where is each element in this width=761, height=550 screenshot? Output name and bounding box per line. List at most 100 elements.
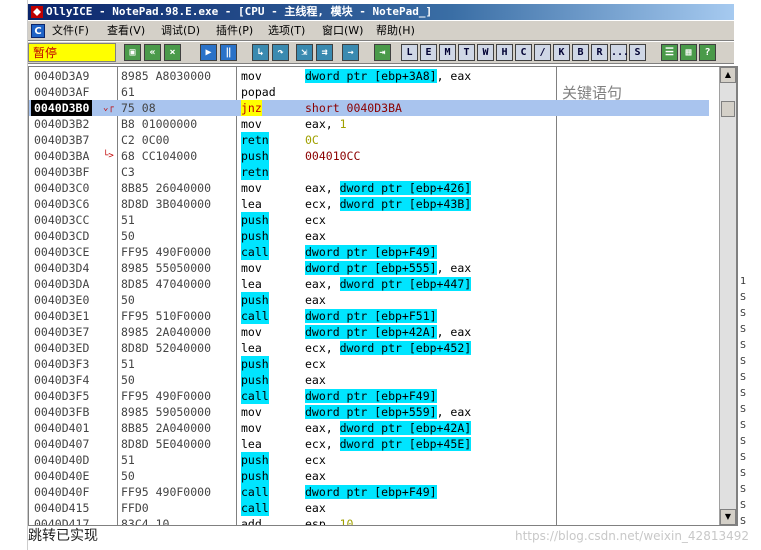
toolbar-letter-h[interactable]: H bbox=[496, 44, 513, 61]
row-mnemonic: jnz bbox=[241, 100, 262, 116]
toolbar-letter-w[interactable]: W bbox=[477, 44, 494, 61]
trace-into-icon[interactable]: ⇲ bbox=[296, 44, 313, 61]
jump-arrow-icon: ⌄┌ bbox=[103, 103, 114, 113]
menu-file[interactable]: 文件(F) bbox=[52, 21, 89, 41]
toolbar-letter-l[interactable]: L bbox=[401, 44, 418, 61]
goto-icon[interactable]: ⇥ bbox=[374, 44, 391, 61]
disasm-row[interactable]: 0040D3B2 B8 01000000 mov eax, 1 bbox=[29, 116, 709, 132]
run-icon[interactable]: ▶ bbox=[200, 44, 217, 61]
disasm-row[interactable]: 0040D3BA └> 68 CC104000 push 004010CC bbox=[29, 148, 709, 164]
disasm-row[interactable]: 0040D407 8D8D 5E040000 lea ecx, dword ptr [… bbox=[29, 436, 709, 452]
row-operands: dword ptr [ebp+559], eax bbox=[305, 404, 471, 420]
disasm-row[interactable]: 0040D3FB 8985 59050000 mov dword ptr [ebp+5… bbox=[29, 404, 709, 420]
operand-part: ecx bbox=[305, 213, 326, 227]
disasm-row[interactable]: 0040D3CD 50 push eax bbox=[29, 228, 709, 244]
vertical-scrollbar[interactable]: ▲ ▼ bbox=[719, 67, 736, 525]
row-operands: eax, dword ptr [ebp+42A] bbox=[305, 420, 472, 436]
menu-help[interactable]: 帮助(H) bbox=[376, 21, 415, 41]
open-icon[interactable]: ▣ bbox=[124, 44, 141, 61]
toolbar-letter-c[interactable]: C bbox=[515, 44, 532, 61]
cpu-icon[interactable]: C bbox=[31, 24, 45, 38]
disasm-row[interactable]: 0040D3F5 FF95 490F0000 call dword ptr [ebp+… bbox=[29, 388, 709, 404]
disasm-row[interactable]: 0040D3D4 8985 55050000 mov dword ptr [ebp+5… bbox=[29, 260, 709, 276]
row-operands: ecx bbox=[305, 212, 326, 228]
disasm-row[interactable]: 0040D3B7 C2 0C00 retn 0C bbox=[29, 132, 709, 148]
row-hex: 8D8D 5E040000 bbox=[121, 437, 212, 451]
row-operands: short 0040D3BA bbox=[305, 100, 402, 116]
operand-part: dword ptr [ebp+559] bbox=[305, 405, 437, 419]
row-address: 0040D3A9 bbox=[34, 69, 90, 83]
row-hex: 50 bbox=[121, 469, 135, 483]
disasm-row[interactable]: 0040D40F FF95 490F0000 call dword ptr [ebp+… bbox=[29, 484, 709, 500]
row-hex: 8985 A8030000 bbox=[121, 69, 212, 83]
row-hex: 50 bbox=[121, 373, 135, 387]
toolbar-letter-r[interactable]: R bbox=[591, 44, 608, 61]
toolbar-letter-b[interactable]: B bbox=[572, 44, 589, 61]
menu-view[interactable]: 查看(V) bbox=[107, 21, 145, 41]
row-hex: 8D8D 52040000 bbox=[121, 341, 212, 355]
row-operands: ecx bbox=[305, 356, 326, 372]
disasm-row[interactable]: 0040D415 FFD0 call eax bbox=[29, 500, 709, 516]
disasm-row[interactable]: 0040D3BF C3 retn bbox=[29, 164, 709, 180]
row-hex: FFD0 bbox=[121, 501, 149, 515]
disasm-row[interactable]: 0040D3CC 51 push ecx bbox=[29, 212, 709, 228]
disasm-row[interactable]: 0040D3F4 50 push eax bbox=[29, 372, 709, 388]
disasm-row[interactable]: 0040D3F3 51 push ecx bbox=[29, 356, 709, 372]
row-address: 0040D3E1 bbox=[34, 309, 90, 323]
disasm-row[interactable]: 0040D3ED 8D8D 52040000 lea ecx, dword ptr [… bbox=[29, 340, 709, 356]
operand-part: dword ptr [ebp+447] bbox=[339, 277, 472, 291]
disasm-row[interactable]: 0040D3CE FF95 490F0000 call dword ptr [ebp+… bbox=[29, 244, 709, 260]
disasm-row[interactable]: 0040D3E1 FF95 510F0000 call dword ptr [ebp+… bbox=[29, 308, 709, 324]
menu-debug[interactable]: 调试(D) bbox=[161, 21, 200, 41]
operand-part: esp, bbox=[305, 517, 340, 526]
disassembly-pane[interactable]: 0040D3A9 8985 A8030000 mov dword ptr [ebp+3… bbox=[28, 66, 737, 526]
disasm-row[interactable]: 0040D3C6 8D8D 3B040000 lea ecx, dword ptr [… bbox=[29, 196, 709, 212]
step-into-icon[interactable]: ↳ bbox=[252, 44, 269, 61]
menu-window[interactable]: 窗口(W) bbox=[322, 21, 363, 41]
row-operands: ecx bbox=[305, 452, 326, 468]
scroll-down-icon[interactable]: ▼ bbox=[720, 509, 736, 525]
operand-part: eax, bbox=[305, 421, 340, 435]
scroll-up-icon[interactable]: ▲ bbox=[720, 67, 736, 83]
toolbar-letter-slash[interactable]: / bbox=[534, 44, 551, 61]
scroll-thumb[interactable] bbox=[721, 101, 735, 117]
disasm-row[interactable]: 0040D401 8B85 2A040000 mov eax, dword ptr [… bbox=[29, 420, 709, 436]
row-hex: 8D85 47040000 bbox=[121, 277, 212, 291]
toolbar-letter-k[interactable]: K bbox=[553, 44, 570, 61]
jump-arrow-icon: └> bbox=[103, 151, 114, 161]
disasm-row[interactable]: 0040D40E 50 push eax bbox=[29, 468, 709, 484]
disasm-row[interactable]: 0040D3C0 8B85 26040000 mov eax, dword ptr [… bbox=[29, 180, 709, 196]
toolbar-letter-s[interactable]: S bbox=[629, 44, 646, 61]
clipped-register-char: S bbox=[740, 324, 747, 335]
toolbar-letter-dots[interactable]: ... bbox=[610, 44, 629, 61]
step-over-icon[interactable]: ↷ bbox=[272, 44, 289, 61]
operand-part: dword ptr [ebp+45E] bbox=[339, 437, 472, 451]
row-hex: 8985 55050000 bbox=[121, 261, 212, 275]
grid-icon[interactable]: ▦ bbox=[680, 44, 697, 61]
list-icon[interactable]: ☰ bbox=[661, 44, 678, 61]
disasm-row[interactable]: 0040D40D 51 push ecx bbox=[29, 452, 709, 468]
disasm-row[interactable]: 0040D3DA 8D85 47040000 lea eax, dword ptr [… bbox=[29, 276, 709, 292]
operand-part: ecx bbox=[305, 357, 326, 371]
close-icon[interactable]: × bbox=[164, 44, 181, 61]
menu-plugins[interactable]: 插件(P) bbox=[216, 21, 253, 41]
row-address: 0040D401 bbox=[34, 421, 90, 435]
toolbar-letter-t[interactable]: T bbox=[458, 44, 475, 61]
toolbar-letter-m[interactable]: M bbox=[439, 44, 456, 61]
disasm-row[interactable]: 0040D3E7 8985 2A040000 mov dword ptr [ebp+4… bbox=[29, 324, 709, 340]
disasm-row[interactable]: 0040D3E0 50 push eax bbox=[29, 292, 709, 308]
row-mnemonic: push bbox=[241, 372, 269, 388]
operand-part: eax bbox=[305, 469, 326, 483]
row-hex: 75 08 bbox=[121, 101, 156, 115]
toolbar-letter-e[interactable]: E bbox=[420, 44, 437, 61]
disasm-row[interactable]: 0040D417 83C4 10 add esp, 10 bbox=[29, 516, 709, 526]
row-hex: 51 bbox=[121, 213, 135, 227]
help-icon[interactable]: ? bbox=[699, 44, 716, 61]
pause-icon[interactable]: ‖ bbox=[220, 44, 237, 61]
menu-options[interactable]: 选项(T) bbox=[268, 21, 305, 41]
row-address: 0040D3BF bbox=[34, 165, 90, 179]
trace-over-icon[interactable]: ⇉ bbox=[316, 44, 333, 61]
execute-till-return-icon[interactable]: → bbox=[342, 44, 359, 61]
restart-icon[interactable]: « bbox=[144, 44, 161, 61]
watermark: https://blog.csdn.net/weixin_42813492 bbox=[514, 529, 749, 543]
